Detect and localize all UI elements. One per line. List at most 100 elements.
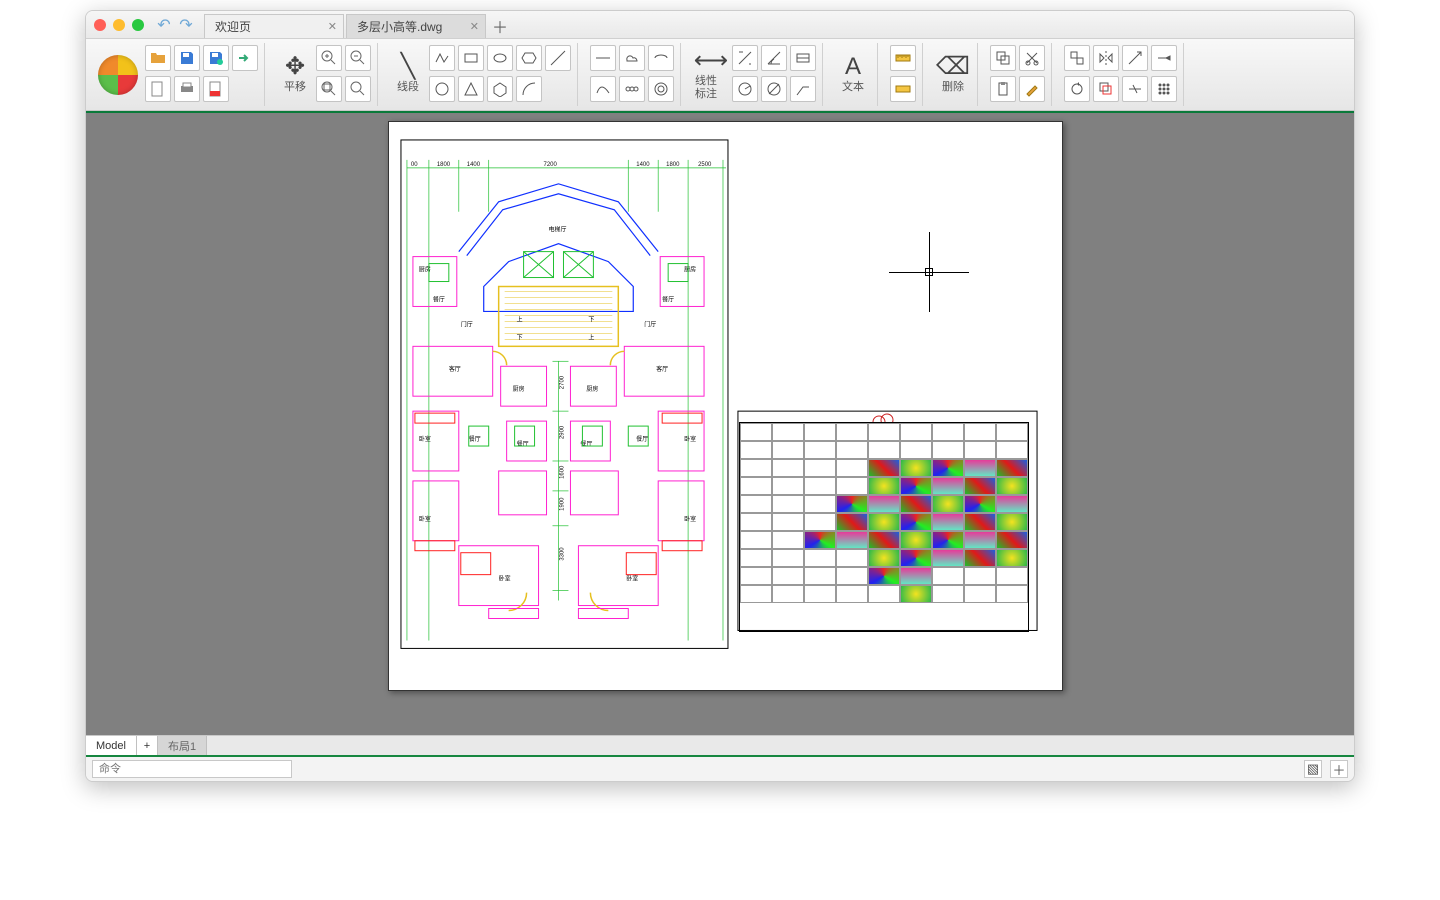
paste-button[interactable] — [990, 76, 1016, 102]
new-tab-button[interactable]: ＋ — [488, 14, 512, 38]
triangle-button[interactable] — [458, 76, 484, 102]
close-tab-icon[interactable]: ✕ — [328, 20, 337, 33]
revcloud-button[interactable] — [619, 76, 645, 102]
delete-tool[interactable]: ⌫ 删除 — [935, 45, 971, 104]
rectangle-button[interactable] — [458, 45, 484, 71]
minimize-window-icon[interactable] — [113, 19, 125, 31]
polygon-button[interactable] — [487, 76, 513, 102]
delete-label: 删除 — [942, 81, 964, 93]
svg-text:餐厅: 餐厅 — [636, 435, 648, 443]
svg-text:卧室: 卧室 — [419, 515, 431, 523]
leader-button[interactable] — [790, 76, 816, 102]
export-pdf-button[interactable] — [203, 76, 229, 102]
svg-text:7200: 7200 — [544, 162, 558, 168]
copy-button[interactable] — [990, 45, 1016, 71]
tab-welcome[interactable]: 欢迎页 ✕ — [204, 14, 344, 38]
diameter-dim-button[interactable] — [761, 76, 787, 102]
close-window-icon[interactable] — [94, 19, 106, 31]
zoom-out-button[interactable] — [345, 45, 371, 71]
tab-document[interactable]: 多层小高等.dwg ✕ — [346, 14, 486, 38]
zoom-window-button[interactable] — [316, 76, 342, 102]
extend-button[interactable] — [1151, 45, 1177, 71]
ellipse-button[interactable] — [487, 45, 513, 71]
line-tool[interactable]: ╲ 线段 — [390, 45, 426, 104]
svg-text:客厅: 客厅 — [449, 365, 461, 373]
tab-model[interactable]: Model — [86, 736, 137, 755]
xline-button[interactable] — [545, 45, 571, 71]
brush-button[interactable] — [1019, 76, 1045, 102]
linear-dim-tool[interactable]: ⟷ 线性标注 — [693, 45, 729, 104]
offset-button[interactable] — [1093, 76, 1119, 102]
arc-button[interactable] — [516, 76, 542, 102]
svg-text:下: 下 — [588, 316, 594, 323]
aligned-dim-button[interactable] — [732, 45, 758, 71]
drawing-canvas[interactable]: 00 1800 1400 7200 1400 1800 2500 — [86, 111, 1354, 735]
undo-button[interactable]: ↶ — [154, 15, 174, 35]
toolbar-group-modify — [984, 43, 1052, 106]
open-button[interactable] — [145, 45, 171, 71]
trim-button[interactable] — [1122, 76, 1148, 102]
arc3p-button[interactable] — [648, 45, 674, 71]
snap-toggle-icon[interactable]: ▧ — [1304, 760, 1322, 778]
command-input[interactable] — [92, 760, 292, 778]
toolbar-group-file — [92, 43, 265, 106]
zoom-window-icon[interactable] — [132, 19, 144, 31]
svg-text:1800: 1800 — [666, 162, 680, 168]
ortho-toggle-icon[interactable]: ＋ — [1330, 760, 1348, 778]
zoom-extents-button[interactable] — [345, 76, 371, 102]
save-button[interactable] — [174, 45, 200, 71]
linear-dim-icon: ⟷ — [694, 49, 728, 73]
tab-label: 多层小高等.dwg — [357, 18, 442, 35]
donut-button[interactable] — [648, 76, 674, 102]
pan-tool[interactable]: ✥ 平移 — [277, 45, 313, 104]
svg-text:卧室: 卧室 — [684, 515, 696, 523]
toolbar-group-transform — [1058, 43, 1184, 106]
array-button[interactable] — [1151, 76, 1177, 102]
text-tool[interactable]: A 文本 — [835, 45, 871, 104]
mirror-button[interactable] — [1093, 45, 1119, 71]
add-layout-button[interactable]: + — [137, 736, 158, 755]
line-icon: ╲ — [401, 55, 415, 79]
svg-text:2900: 2900 — [559, 425, 565, 439]
status-bar: ▧ ＋ — [86, 755, 1354, 781]
svg-text:卧室: 卧室 — [684, 435, 696, 443]
redo-button[interactable]: ↷ — [176, 15, 196, 35]
scale-button[interactable] — [1122, 45, 1148, 71]
area-button[interactable] — [890, 76, 916, 102]
dist-button[interactable] — [890, 45, 916, 71]
close-tab-icon[interactable]: ✕ — [470, 20, 479, 33]
block-library-view — [739, 422, 1029, 632]
saveas-button[interactable] — [203, 45, 229, 71]
circle-button[interactable] — [429, 76, 455, 102]
svg-text:厨房: 厨房 — [513, 385, 525, 393]
app-window: ↶ ↷ 欢迎页 ✕ 多层小高等.dwg ✕ ＋ — [85, 10, 1355, 782]
continue-dim-button[interactable] — [790, 45, 816, 71]
svg-text:1800: 1800 — [437, 162, 451, 168]
svg-text:2500: 2500 — [698, 162, 712, 168]
tab-label: 欢迎页 — [215, 18, 251, 35]
tab-layout1[interactable]: 布局1 — [158, 736, 207, 755]
radius-dim-button[interactable] — [732, 76, 758, 102]
spline-button[interactable] — [590, 76, 616, 102]
angular-dim-button[interactable] — [761, 45, 787, 71]
paper-sheet: 00 1800 1400 7200 1400 1800 2500 — [388, 121, 1063, 691]
hline-button[interactable] — [590, 45, 616, 71]
print-button[interactable] — [174, 76, 200, 102]
svg-text:1400: 1400 — [467, 162, 481, 168]
linear-dim-label: 线性标注 — [695, 75, 727, 99]
hexagon-button[interactable] — [516, 45, 542, 71]
svg-text:门厅: 门厅 — [644, 320, 656, 328]
cut-button[interactable] — [1019, 45, 1045, 71]
move-button[interactable] — [1064, 45, 1090, 71]
window-traffic-lights[interactable] — [94, 19, 144, 31]
svg-text:3300: 3300 — [559, 547, 565, 561]
export-button[interactable] — [232, 45, 258, 71]
new-button[interactable] — [145, 76, 171, 102]
zoom-in-button[interactable] — [316, 45, 342, 71]
svg-text:厨房: 厨房 — [684, 266, 696, 274]
cloud-button[interactable] — [619, 45, 645, 71]
polyline-button[interactable] — [429, 45, 455, 71]
ribbon-toolbar: ✥ 平移 ╲ 线段 — [86, 39, 1354, 111]
line-label: 线段 — [397, 81, 419, 93]
rotate-button[interactable] — [1064, 76, 1090, 102]
